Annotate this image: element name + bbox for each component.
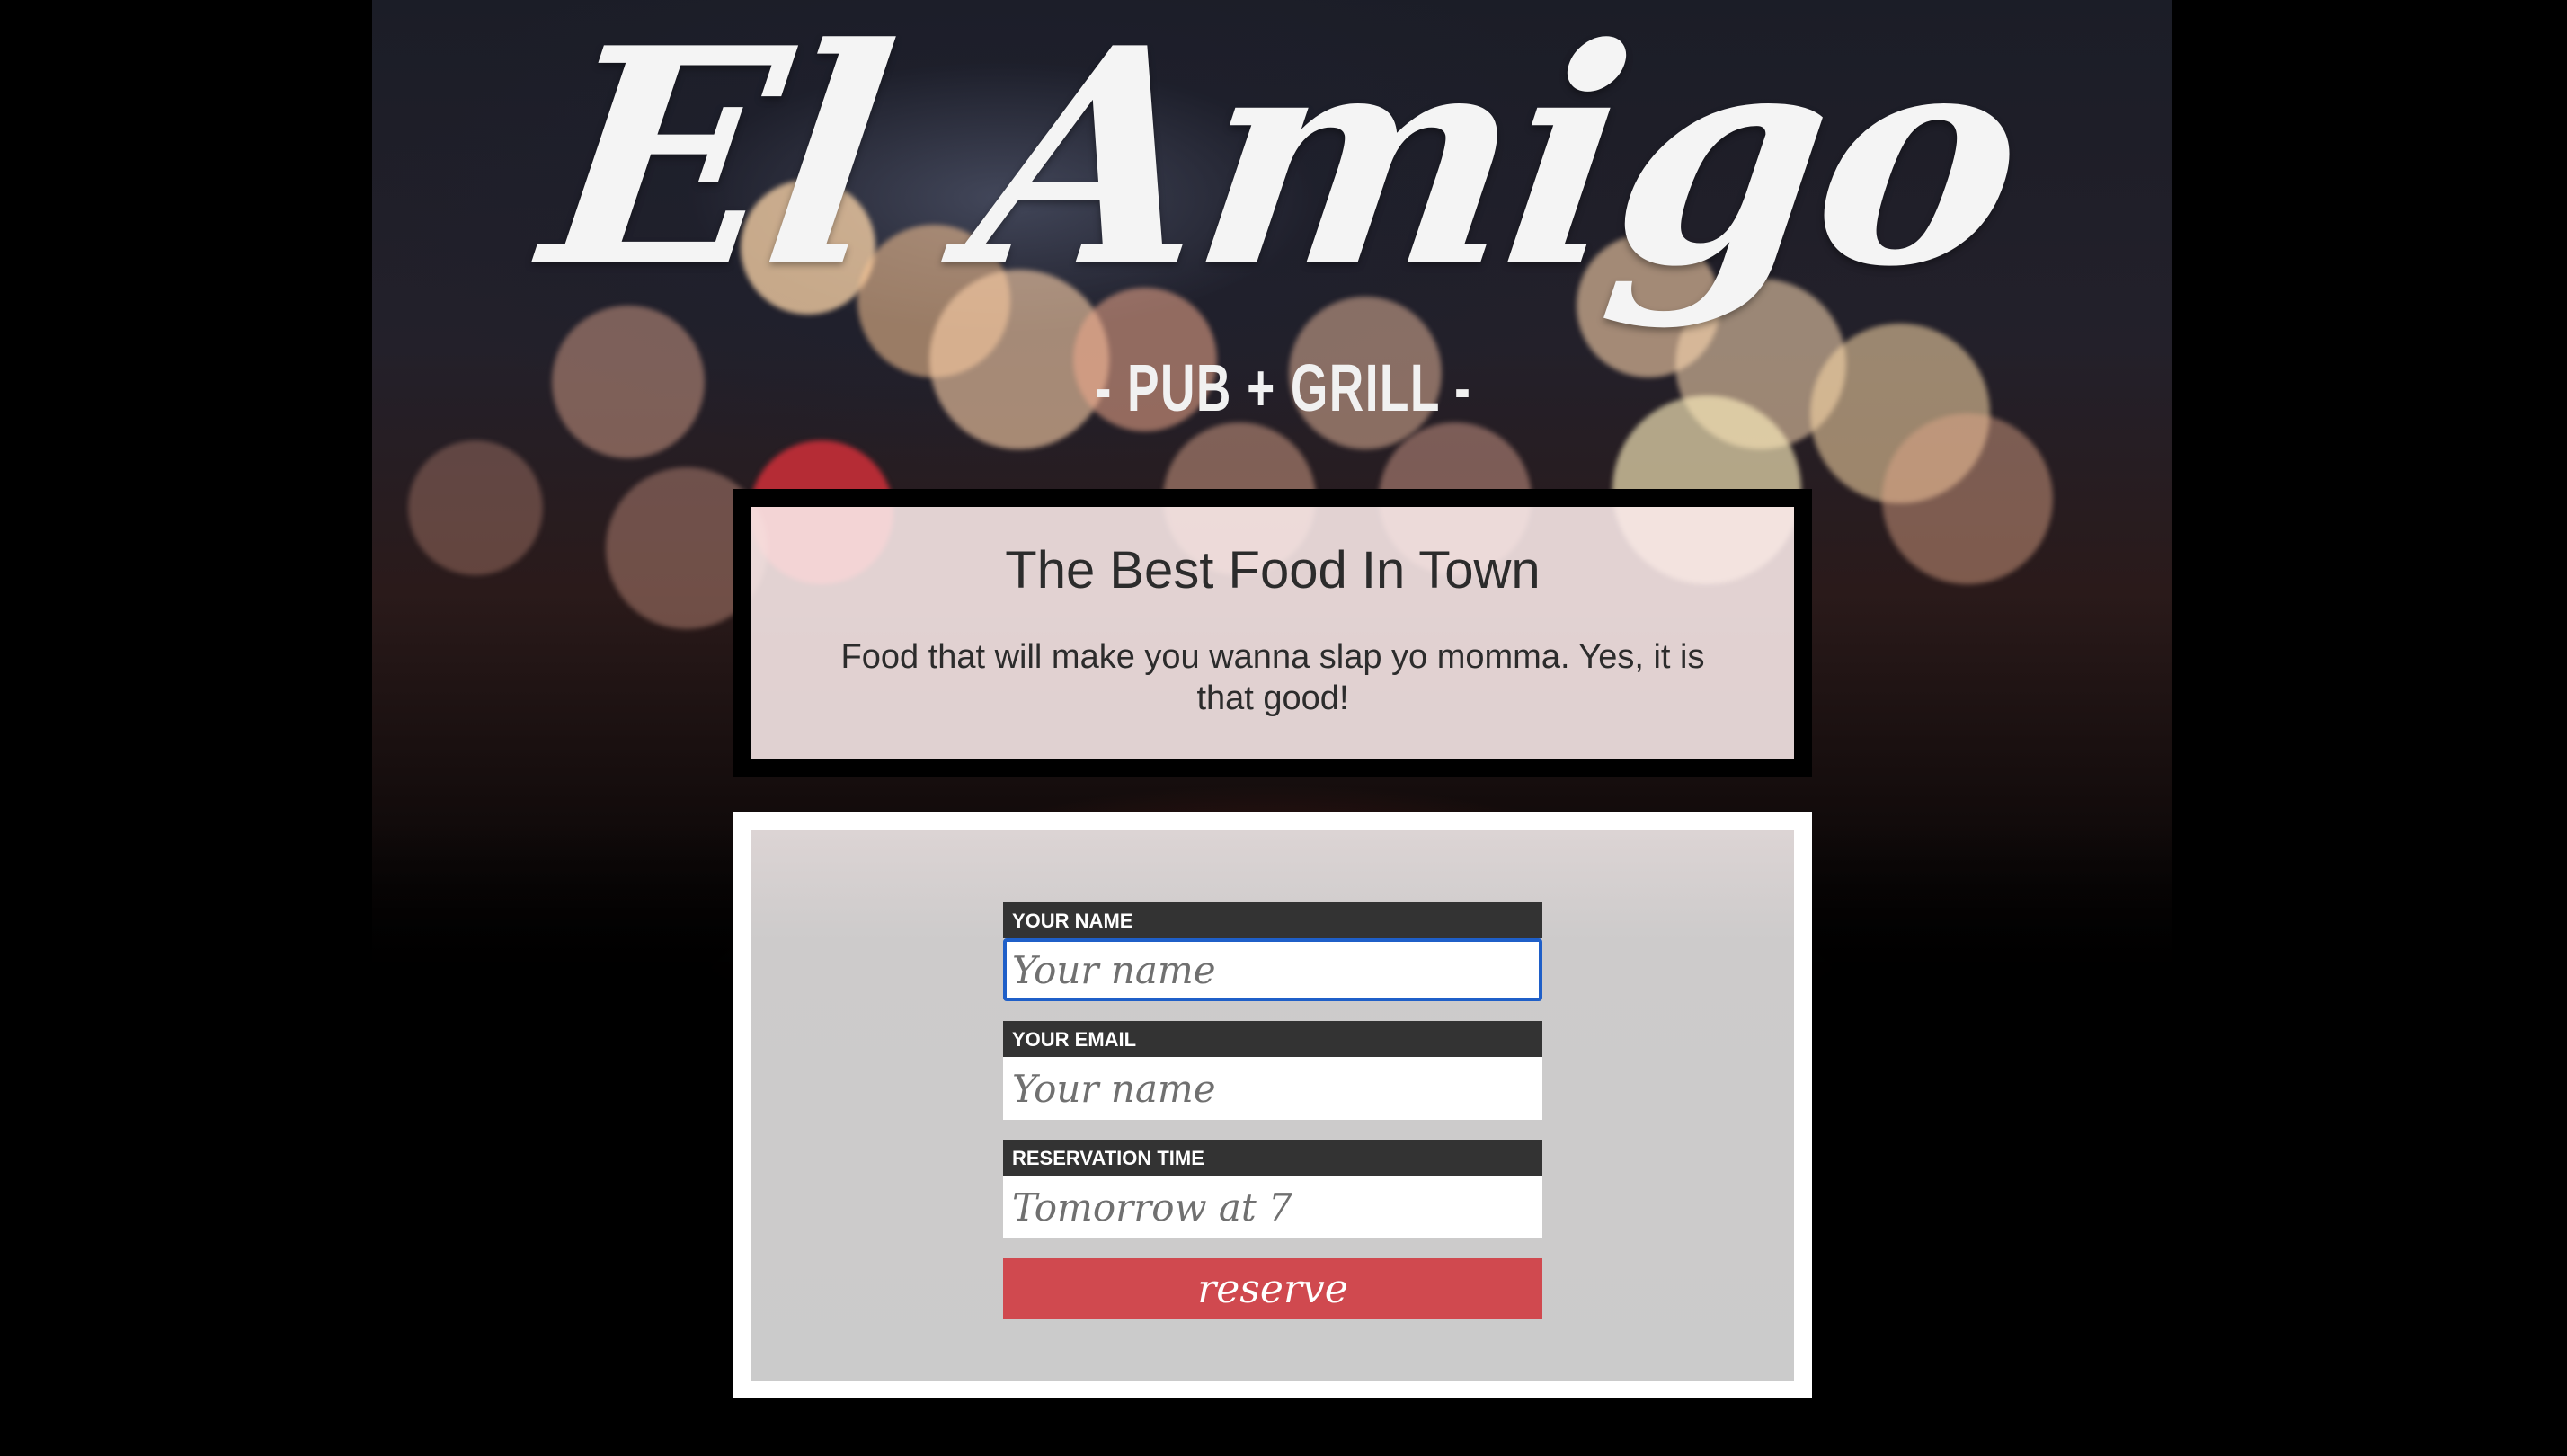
reservation-form-box: YOUR NAME YOUR EMAIL RESERVATION TIME re… — [733, 812, 1812, 1398]
logo-tagline: - PUB + GRILL - — [1095, 351, 1472, 425]
bokeh-light — [408, 440, 543, 575]
reservation-time-input[interactable] — [1003, 1176, 1542, 1238]
email-input[interactable] — [1003, 1057, 1542, 1120]
logo-wordmark: El Amigo — [528, 0, 2038, 332]
name-field-label: YOUR NAME — [1003, 902, 1542, 938]
reservation-time-label: RESERVATION TIME — [1003, 1140, 1542, 1176]
reserve-button[interactable]: reserve — [1003, 1258, 1542, 1319]
reservation-form: YOUR NAME YOUR EMAIL RESERVATION TIME re… — [1003, 902, 1542, 1319]
bokeh-light — [1882, 413, 2053, 584]
intro-box: The Best Food In Town Food that will mak… — [733, 489, 1812, 777]
email-field-label: YOUR EMAIL — [1003, 1021, 1542, 1057]
intro-heading: The Best Food In Town — [1005, 541, 1541, 599]
logo: El Amigo - PUB + GRILL - — [0, 0, 2567, 431]
intro-text: Food that will make you wanna slap yo mo… — [840, 637, 1705, 717]
name-input[interactable] — [1003, 938, 1542, 1001]
